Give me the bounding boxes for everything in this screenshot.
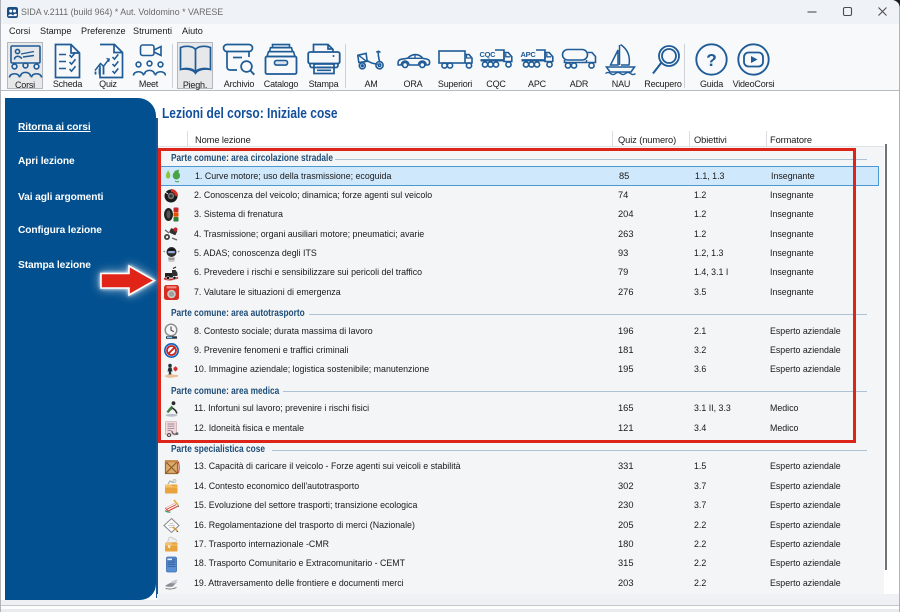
svg-text:CQC: CQC	[479, 50, 496, 59]
svg-text:?: ?	[706, 50, 717, 70]
svg-text:APC: APC	[520, 50, 536, 59]
